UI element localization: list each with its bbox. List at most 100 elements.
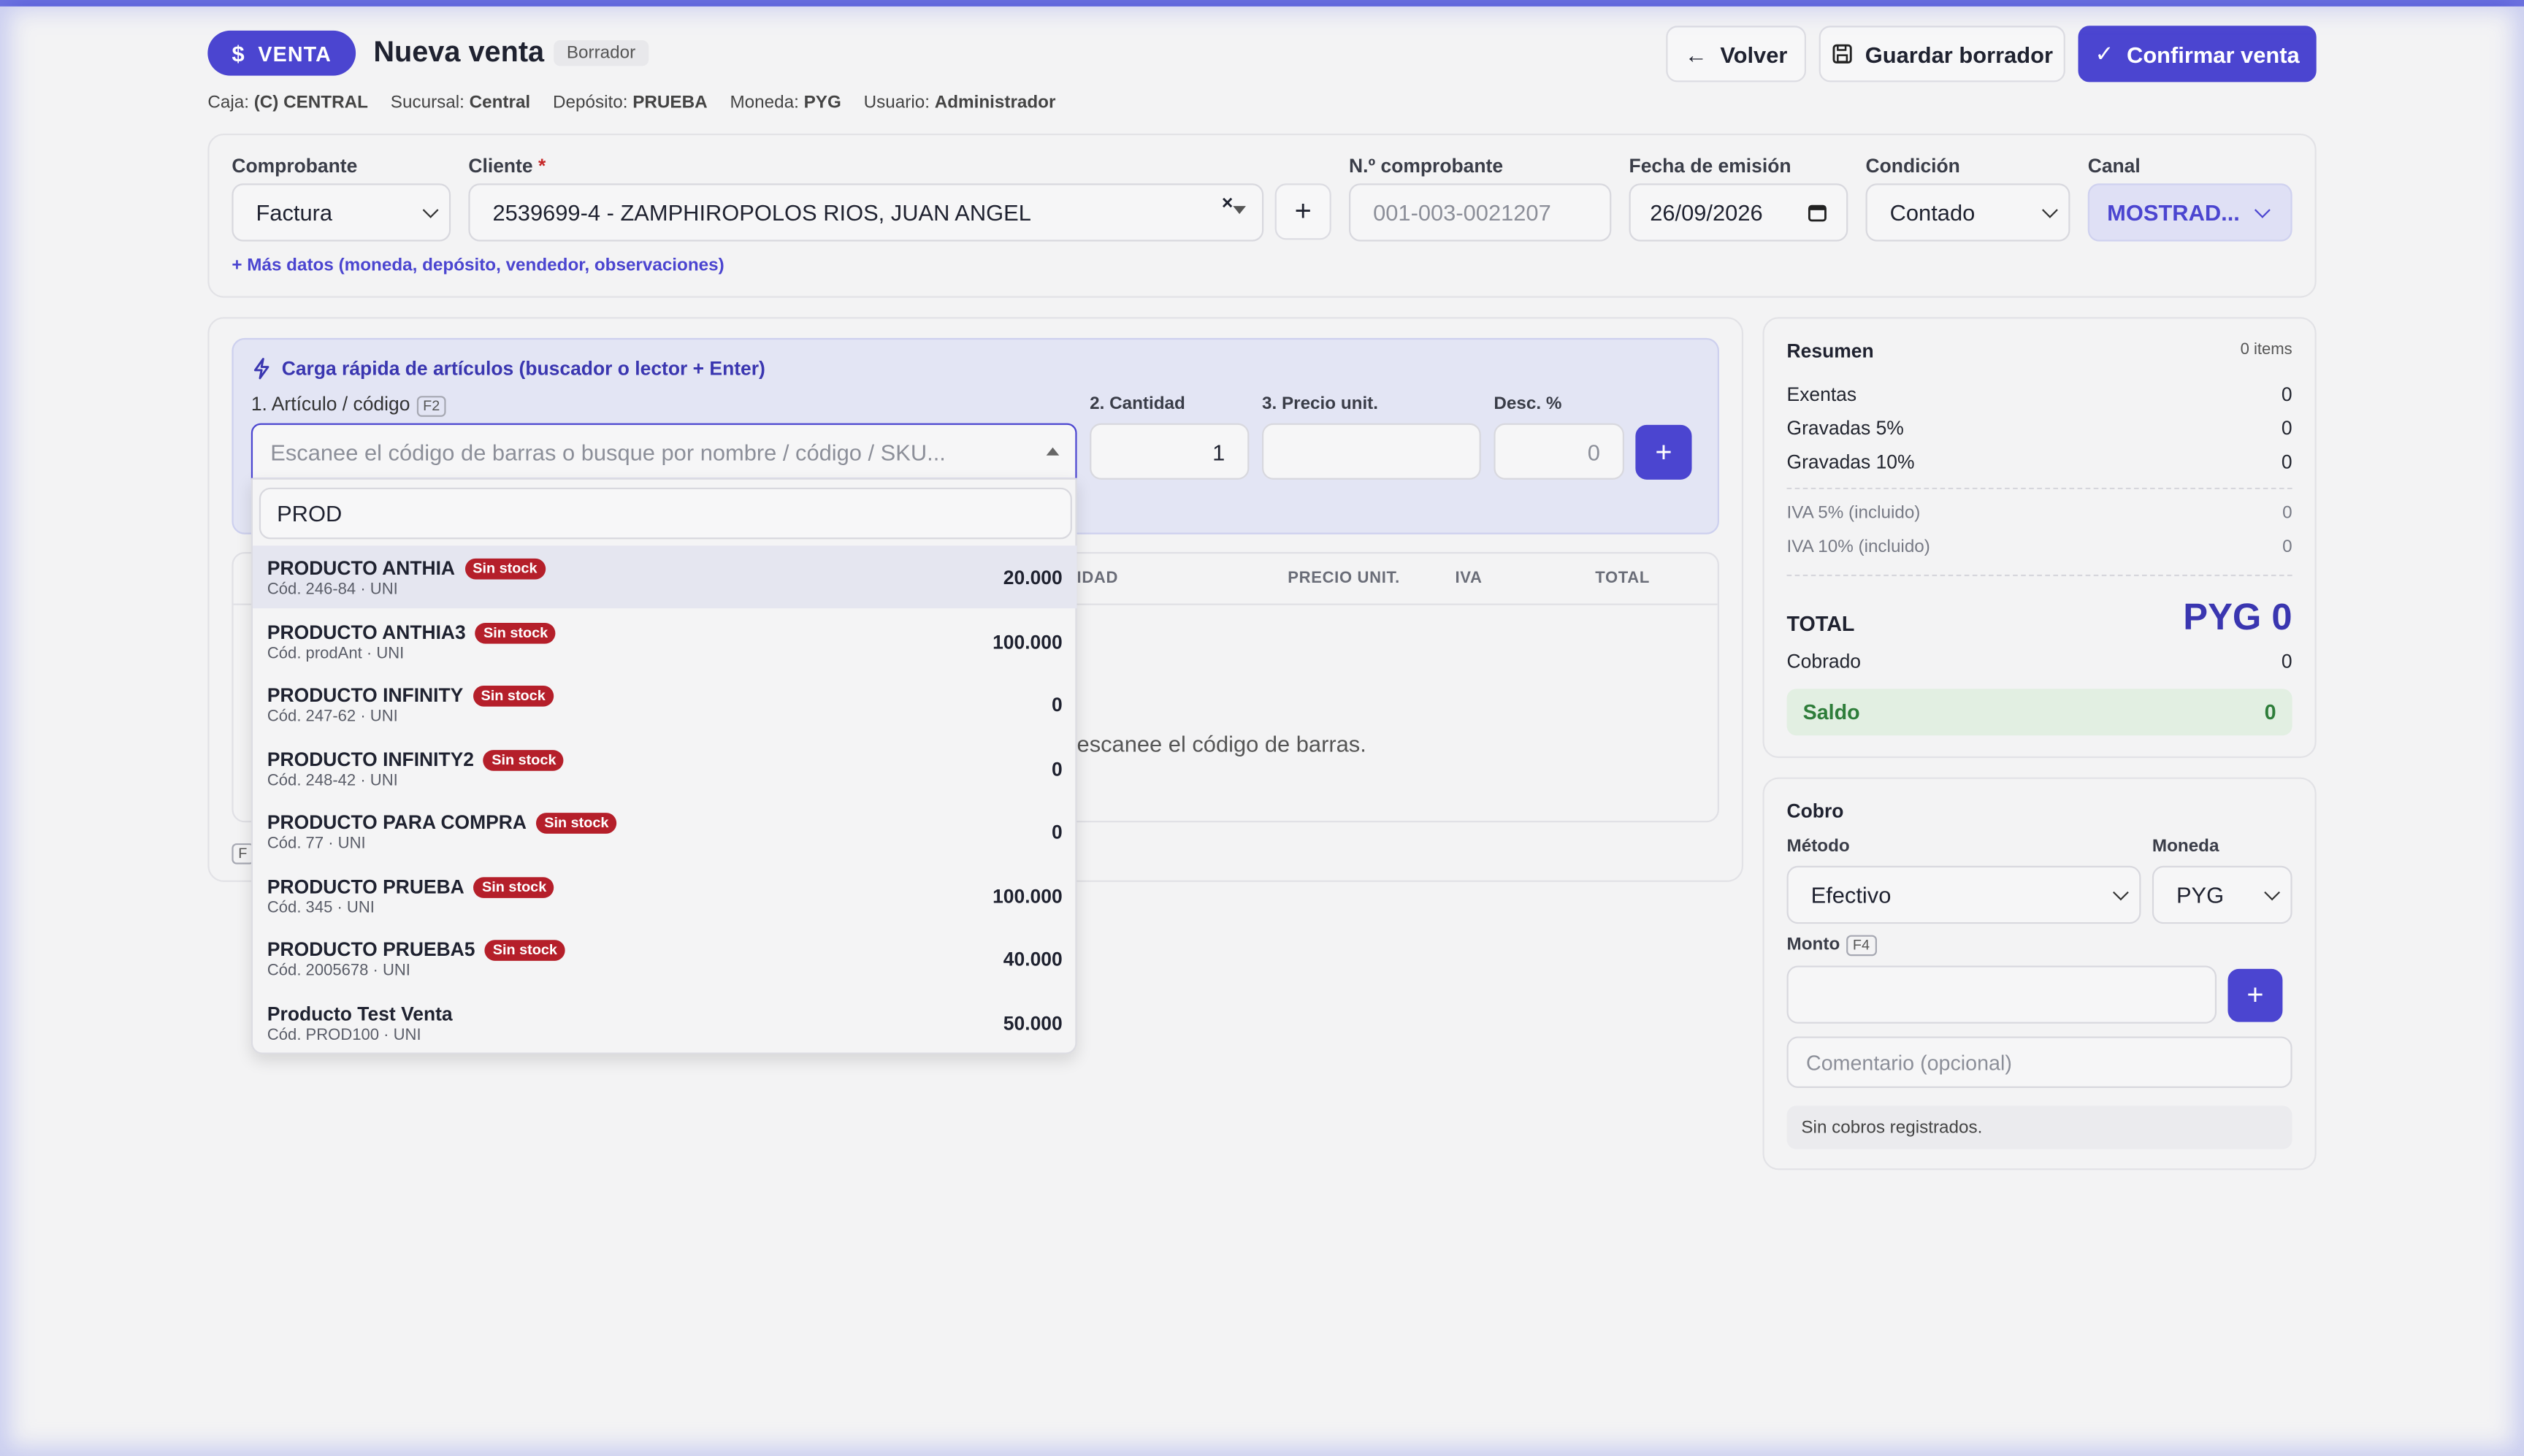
quick-load-title: Carga rápida de artículos (buscador o le… xyxy=(251,357,765,380)
dropdown-option[interactable]: PRODUCTO PRUEBA Sin stock Cód. 345 · UNI … xyxy=(253,863,1076,926)
chevron-down-icon xyxy=(422,202,439,218)
cantidad-label: 2. Cantidad xyxy=(1090,394,1185,414)
sale-type-badge: $ VENTA xyxy=(207,30,356,76)
dropdown-search-input[interactable]: PROD xyxy=(259,487,1072,540)
add-item-button[interactable]: + xyxy=(1635,424,1692,480)
numero-input[interactable]: 001-003-0021207 xyxy=(1349,183,1612,242)
summary-gravadas-10: Gravadas 10% 0 xyxy=(1786,451,2292,474)
descuento-input[interactable]: 0 xyxy=(1494,423,1624,480)
summary-cobrado: Cobrado 0 xyxy=(1786,650,2292,673)
top-accent-bar xyxy=(0,0,2524,7)
chevron-down-icon xyxy=(2264,884,2280,901)
floppy-icon xyxy=(1832,44,1851,64)
saldo-row: Saldo 0 xyxy=(1786,689,2292,736)
back-button[interactable]: ← Volver xyxy=(1666,26,1806,83)
stock-badge: Sin stock xyxy=(483,749,565,770)
stock-badge: Sin stock xyxy=(473,685,554,707)
currency-select[interactable]: PYG xyxy=(2152,865,2292,924)
summary-gravadas-5: Gravadas 5% 0 xyxy=(1786,416,2292,440)
caret-up-icon xyxy=(1046,447,1060,456)
page-title: Nueva venta xyxy=(373,35,545,68)
plus-icon: + xyxy=(1655,435,1672,468)
cliente-select[interactable]: 2539699-4 - ZAMPHIROPOLOS RIOS, JUAN ANG… xyxy=(468,183,1264,242)
dropdown-option[interactable]: PRODUCTO PRUEBA5 Sin stock Cód. 2005678 ·… xyxy=(253,927,1076,990)
divider xyxy=(1786,574,2292,577)
article-search-select[interactable]: Escanee el código de barras o busque por… xyxy=(251,423,1077,480)
numero-label: N.º comprobante xyxy=(1349,154,1504,177)
confirm-sale-button[interactable]: ✓ Confirmar venta xyxy=(2078,26,2317,83)
meta-usuario: Usuario: Administrador xyxy=(863,93,1056,113)
fecha-input[interactable]: 26/09/2026 xyxy=(1629,183,1848,242)
precio-label: 3. Precio unit. xyxy=(1262,394,1379,414)
precio-input[interactable] xyxy=(1262,423,1481,480)
cliente-label: Cliente * xyxy=(468,154,546,177)
col-total: TOTAL xyxy=(1595,570,1650,588)
divider xyxy=(1786,487,2292,490)
stock-badge: Sin stock xyxy=(536,813,617,834)
amount-input[interactable] xyxy=(1786,965,2217,1024)
plus-icon: + xyxy=(1294,194,1312,227)
stock-badge: Sin stock xyxy=(474,876,555,897)
canal-label: Canal xyxy=(2087,154,2141,177)
col-iva: IVA xyxy=(1455,570,1483,588)
add-payment-button[interactable]: + xyxy=(2227,968,2283,1022)
article-dropdown: PROD PRODUCTO ANTHIA Sin stock Cód. 246-8… xyxy=(251,478,1077,1054)
amount-label: Monto F4 xyxy=(1787,935,1876,957)
summary-iva-5: IVA 5% (incluido) 0 xyxy=(1786,503,2292,524)
add-client-button[interactable]: + xyxy=(1274,183,1331,240)
comprobante-label: Comprobante xyxy=(232,154,358,177)
plus-icon: + xyxy=(2246,978,2264,1011)
more-data-link[interactable]: + Más datos (moneda, depósito, vendedor,… xyxy=(232,256,724,275)
method-select[interactable]: Efectivo xyxy=(1786,865,2141,924)
dropdown-option[interactable]: PRODUCTO INFINITY2 Sin stock Cód. 248-42 … xyxy=(253,736,1076,799)
summary-title: Resumen xyxy=(1786,340,1874,362)
meta-sucursal: Sucursal: Central xyxy=(390,93,531,113)
dropdown-option[interactable]: PRODUCTO PARA COMPRA Sin stock Cód. 77 · … xyxy=(253,800,1076,862)
session-meta: Caja: (C) CENTRAL Sucursal: Central Depó… xyxy=(207,93,1055,112)
currency-label: Moneda xyxy=(2152,837,2219,857)
payment-card: Cobro Método Moneda Efectivo PYG Monto F4… xyxy=(1762,777,2317,1170)
save-draft-button[interactable]: Guardar borrador xyxy=(1819,26,2065,83)
payment-title: Cobro xyxy=(1786,800,1844,823)
summary-card: Resumen 0 items Exentas 0 Gravadas 5% 0 Gr… xyxy=(1762,317,2317,759)
dropdown-option[interactable]: PRODUCTO ANTHIA3 Sin stock Cód. prodAnt ·… xyxy=(253,609,1076,672)
col-unidad: IDAD xyxy=(1076,570,1119,588)
stock-badge: Sin stock xyxy=(464,558,546,580)
chevron-down-icon xyxy=(2254,202,2271,218)
status-badge: Borrador xyxy=(554,40,649,66)
caret-down-icon xyxy=(1233,206,1246,215)
calendar-icon[interactable] xyxy=(1808,203,1827,222)
condicion-label: Condición xyxy=(1865,154,1960,177)
method-label: Método xyxy=(1786,837,1850,857)
table-empty-text: escanee el código de barras. xyxy=(1076,730,1366,756)
cantidad-input[interactable]: 1 xyxy=(1090,423,1250,480)
meta-moneda: Moneda: PYG xyxy=(730,93,841,113)
summary-exentas: Exentas 0 xyxy=(1786,383,2292,406)
no-payments-note: Sin cobros registrados. xyxy=(1786,1106,2292,1149)
comprobante-select[interactable]: Factura xyxy=(232,183,451,242)
condicion-select[interactable]: Contado xyxy=(1865,183,2070,242)
canal-select[interactable]: MOSTRAD... xyxy=(2087,183,2292,242)
chevron-down-icon xyxy=(2042,202,2058,218)
clear-icon[interactable]: × xyxy=(1222,191,1233,214)
descuento-label: Desc. % xyxy=(1494,394,1562,414)
stock-badge: Sin stock xyxy=(475,621,557,643)
bolt-icon xyxy=(253,358,269,380)
dropdown-option[interactable]: PRODUCTO INFINITY Sin stock Cód. 247-62 ·… xyxy=(253,673,1076,735)
total-value: PYG 0 xyxy=(2183,595,2292,637)
col-precio: PRECIO UNIT. xyxy=(1288,570,1400,588)
stock-badge: Sin stock xyxy=(484,940,565,961)
comment-input[interactable]: Comentario (opcional) xyxy=(1786,1036,2292,1088)
dollar-icon: $ xyxy=(232,40,245,66)
chevron-down-icon xyxy=(2112,884,2129,901)
meta-deposito: Depósito: PRUEBA xyxy=(553,93,708,113)
fecha-label: Fecha de emisión xyxy=(1629,154,1791,177)
articulo-label: 1. Artículo / código F2 xyxy=(251,393,447,417)
summary-iva-10: IVA 10% (incluido) 0 xyxy=(1786,537,2292,557)
dropdown-option[interactable]: PRODUCTO ANTHIA Sin stock Cód. 246-84 · U… xyxy=(253,545,1077,609)
dropdown-option[interactable]: Producto Test Venta Cód. PROD100 · UNI 5… xyxy=(253,991,1076,1054)
shortcut-hint: F xyxy=(232,837,254,866)
meta-caja: Caja: (C) CENTRAL xyxy=(207,93,368,113)
summary-item-count: 0 items xyxy=(2240,341,2292,359)
check-icon: ✓ xyxy=(2095,40,2114,66)
